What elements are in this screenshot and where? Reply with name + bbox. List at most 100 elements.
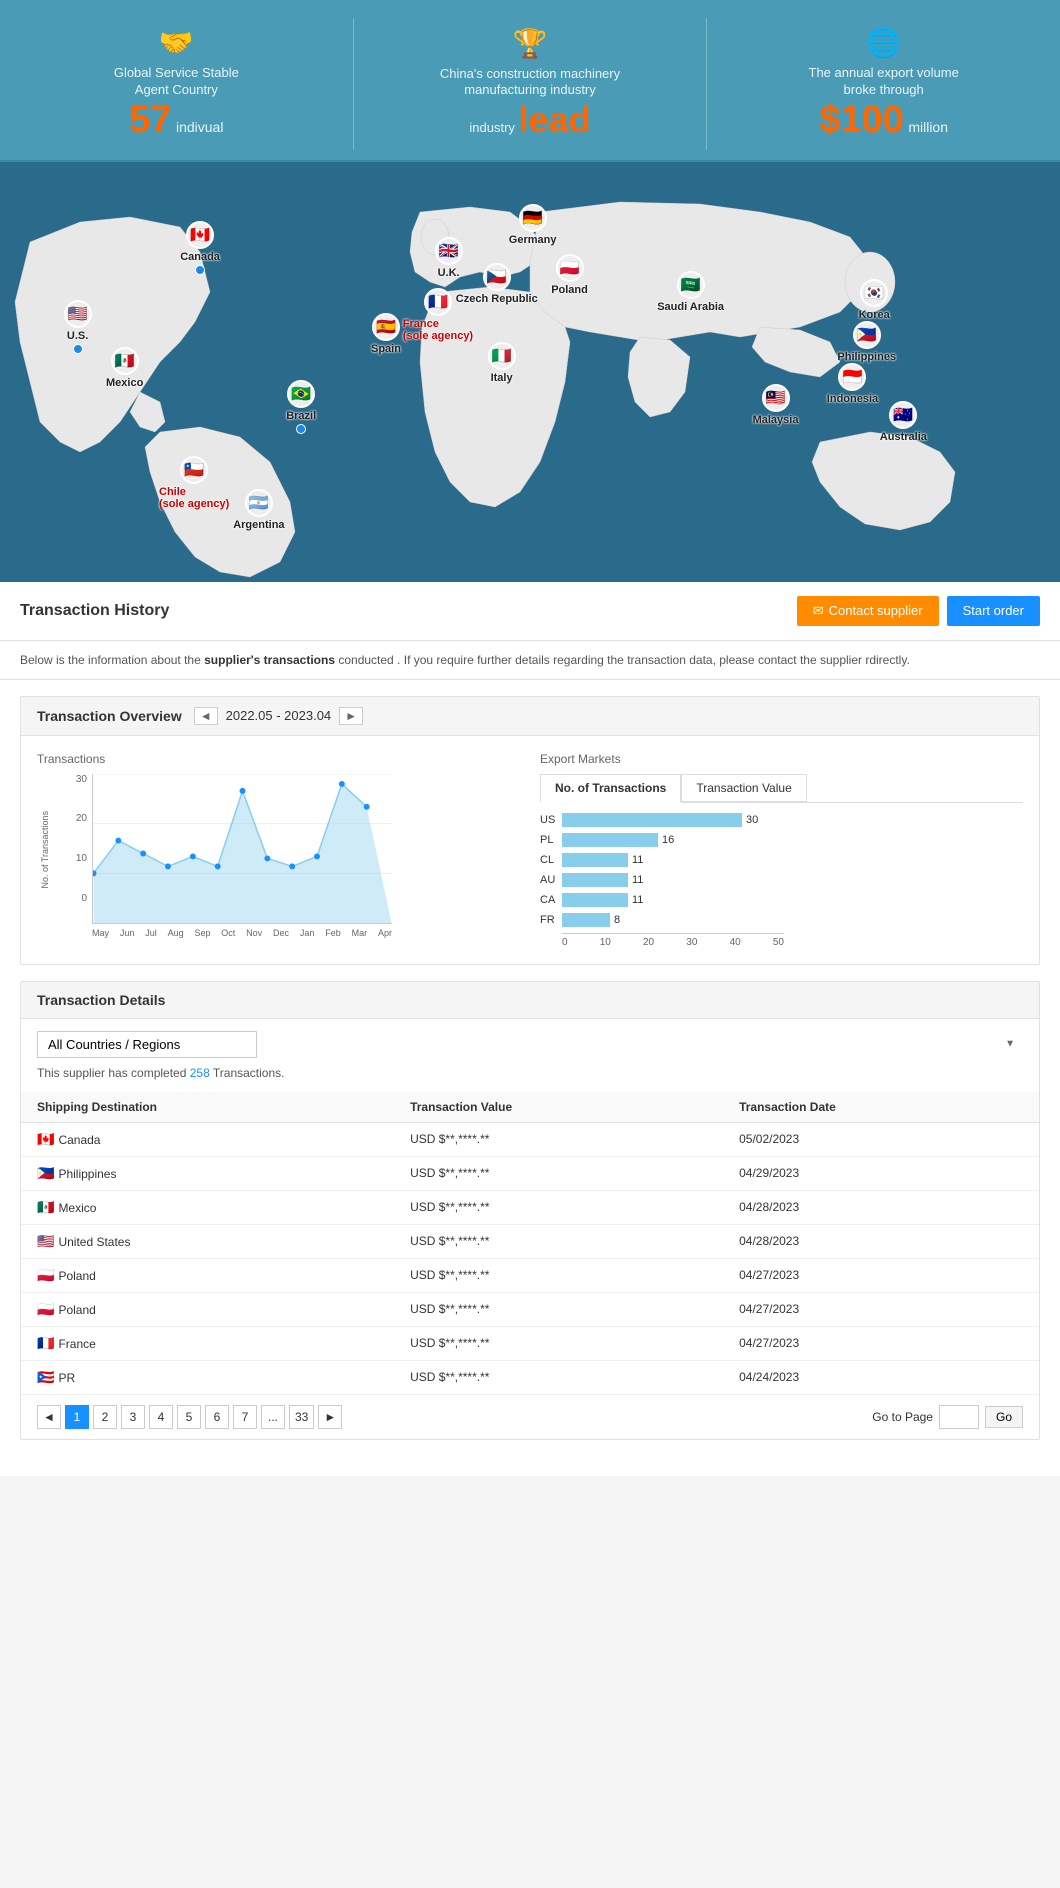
row-flag: 🇵🇱	[37, 1267, 54, 1284]
cell-date: 04/27/2023	[723, 1258, 1039, 1292]
stat-agent-country: 🤝 Global Service Stable Agent Country 57…	[0, 18, 354, 150]
cell-country: 🇲🇽Mexico	[21, 1190, 394, 1224]
label-canada: Canada	[180, 251, 220, 263]
label-korea: Korea	[859, 309, 890, 321]
dot-us	[73, 344, 83, 354]
country-chile: 🇨🇱 Chile(sole agency)	[159, 456, 229, 510]
label-spain: Spain	[371, 343, 401, 355]
stat-export: 🌐 The annual export volume broke through…	[707, 18, 1060, 150]
label-chile: Chile(sole agency)	[159, 486, 229, 510]
bar-pl: PL 16	[540, 833, 1023, 847]
stat-export-label: The annual export volume broke through	[809, 65, 959, 99]
col-shipping: Shipping Destination	[21, 1092, 394, 1123]
page-ellipsis: ...	[261, 1405, 285, 1429]
export-market-tabs[interactable]: No. of Transactions Transaction Value	[540, 774, 1023, 803]
page-6-btn[interactable]: 6	[205, 1405, 229, 1429]
label-us: U.S.	[67, 330, 88, 342]
label-saudi: Saudi Arabia	[657, 301, 724, 313]
page-3-btn[interactable]: 3	[121, 1405, 145, 1429]
flag-malaysia: 🇲🇾	[762, 384, 790, 412]
flag-us: 🇺🇸	[64, 300, 92, 328]
table-row: 🇵🇭Philippines USD $**,****.** 04/29/2023	[21, 1156, 1039, 1190]
flag-germany: 🇩🇪	[519, 204, 547, 232]
country-philippines: 🇵🇭 Philippines	[837, 321, 896, 363]
page-2-btn[interactable]: 2	[93, 1405, 117, 1429]
cell-date: 05/02/2023	[723, 1122, 1039, 1156]
row-flag: 🇵🇷	[37, 1369, 54, 1386]
row-flag: 🇲🇽	[37, 1199, 54, 1216]
stat-industry-value: industry lead	[469, 99, 590, 141]
table-row: 🇫🇷France USD $**,****.** 04/27/2023	[21, 1326, 1039, 1360]
stat-industry-label: China's construction machinery manufactu…	[440, 66, 620, 100]
page-7-btn[interactable]: 7	[233, 1405, 257, 1429]
label-argentina: Argentina	[233, 519, 284, 531]
table-row: 🇵🇱Poland USD $**,****.** 04/27/2023	[21, 1292, 1039, 1326]
tab-transaction-value[interactable]: Transaction Value	[681, 774, 806, 802]
line-chart-section: Transactions 3020100 No. of Transactions	[37, 752, 520, 948]
contact-supplier-button[interactable]: ✉ Contact supplier	[797, 596, 939, 626]
start-order-button[interactable]: Start order	[947, 596, 1040, 626]
country-australia: 🇦🇺 Australia	[880, 401, 927, 443]
goto-input[interactable]	[939, 1405, 979, 1429]
page-1-btn[interactable]: 1	[65, 1405, 89, 1429]
label-philippines: Philippines	[837, 351, 896, 363]
country-germany: 🇩🇪 Germany	[509, 204, 557, 246]
country-korea: 🇰🇷 Korea	[859, 279, 890, 321]
country-region-select[interactable]: All Countries / Regions Canada Philippin…	[37, 1031, 257, 1058]
stat-agent-small: indivual	[176, 119, 223, 135]
next-date-btn[interactable]: ►	[339, 707, 363, 725]
stat-industry-prefix: industry	[469, 120, 518, 135]
cell-value: USD $**,****.**	[394, 1258, 723, 1292]
flag-canada: 🇨🇦	[186, 221, 214, 249]
cell-value: USD $**,****.**	[394, 1292, 723, 1326]
cell-country: 🇵🇷PR	[21, 1360, 394, 1394]
page-numbers[interactable]: ◄ 1 2 3 4 5 6 7 ... 33 ►	[37, 1405, 342, 1429]
transaction-info: Below is the information about the suppl…	[0, 641, 1060, 680]
label-australia: Australia	[880, 431, 927, 443]
row-flag: 🇵🇱	[37, 1301, 54, 1318]
page-4-btn[interactable]: 4	[149, 1405, 173, 1429]
stat-industry-big: lead	[519, 99, 591, 140]
tab-no-transactions[interactable]: No. of Transactions	[540, 774, 681, 803]
goto-go-btn[interactable]: Go	[985, 1406, 1023, 1428]
flag-poland: 🇵🇱	[556, 254, 584, 282]
dot-canada	[195, 265, 205, 275]
page-33-btn[interactable]: 33	[289, 1405, 314, 1429]
world-map-section: 🇩🇪 Germany 🇬🇧 U.K. 🇵🇱 Poland 🇸🇦 Saudi Ar…	[0, 162, 1060, 582]
header-stats: 🤝 Global Service Stable Agent Country 57…	[0, 0, 1060, 162]
x-axis-labels: MayJunJulAugSepOctNovDecJanFebMarApr	[92, 928, 392, 938]
country-malaysia: 🇲🇾 Malaysia	[753, 384, 799, 426]
prev-page-btn[interactable]: ◄	[37, 1405, 61, 1429]
line-chart-svg	[92, 774, 392, 924]
next-page-btn[interactable]: ►	[318, 1405, 342, 1429]
country-brazil: 🇧🇷 Brazil	[286, 380, 316, 432]
label-france: France(sole agency)	[403, 318, 473, 342]
cell-value: USD $**,****.**	[394, 1156, 723, 1190]
date-navigator[interactable]: ◄ 2022.05 - 2023.04 ►	[194, 707, 363, 725]
overview-header: Transaction Overview ◄ 2022.05 - 2023.04…	[21, 697, 1039, 736]
cell-value: USD $**,****.**	[394, 1122, 723, 1156]
country-indonesia: 🇮🇩 Indonesia	[827, 363, 878, 405]
flag-uk: 🇬🇧	[435, 237, 463, 265]
label-malaysia: Malaysia	[753, 414, 799, 426]
country-italy: 🇮🇹 Italy	[488, 342, 516, 384]
flag-korea: 🇰🇷	[860, 279, 888, 307]
page-5-btn[interactable]: 5	[177, 1405, 201, 1429]
flag-czech: 🇨🇿	[483, 263, 511, 291]
bar-ca: CA 11	[540, 893, 1023, 907]
stat-agent-label: Global Service Stable Agent Country	[114, 65, 239, 99]
prev-date-btn[interactable]: ◄	[194, 707, 218, 725]
flag-australia: 🇦🇺	[889, 401, 917, 429]
country-select-wrapper[interactable]: All Countries / Regions Canada Philippin…	[37, 1031, 1023, 1058]
country-canada: 🇨🇦 Canada	[180, 221, 220, 273]
label-germany: Germany	[509, 234, 557, 246]
stat-export-value: $100 million	[819, 99, 948, 142]
flag-spain: 🇪🇸	[372, 313, 400, 341]
label-mexico: Mexico	[106, 377, 143, 389]
stat-agent-value: 57 indivual	[129, 99, 223, 142]
col-date: Transaction Date	[723, 1092, 1039, 1123]
flag-argentina: 🇦🇷	[245, 489, 273, 517]
overview-title: Transaction Overview	[37, 708, 182, 724]
bar-chart: US 30 PL 16 CL 11 AU	[540, 813, 1023, 927]
row-flag: 🇨🇦	[37, 1131, 54, 1148]
